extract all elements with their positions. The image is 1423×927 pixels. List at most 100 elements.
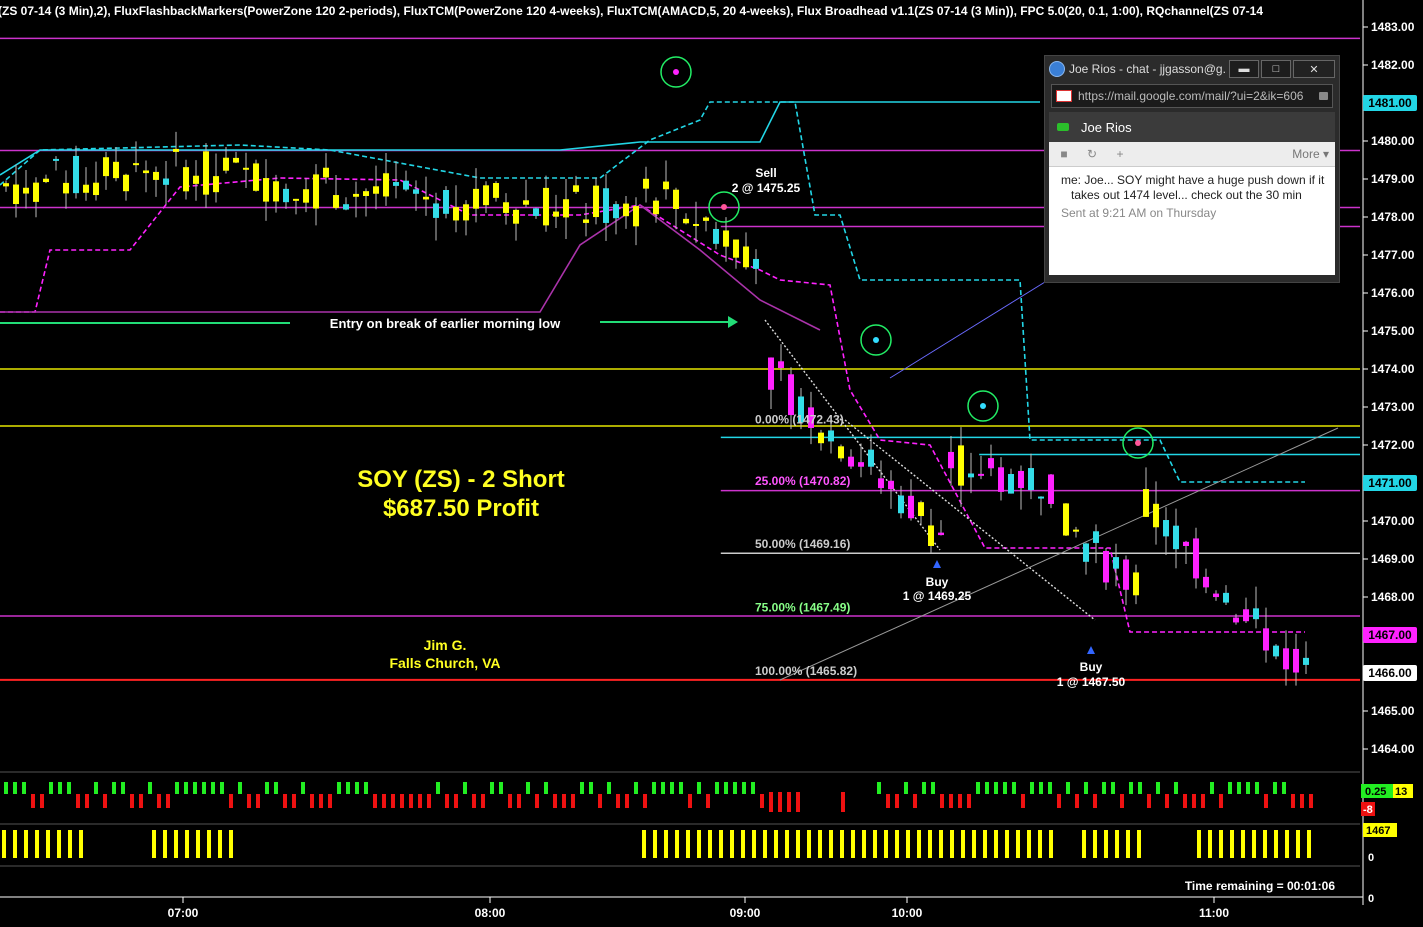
axis-tick-label: 1470.00 <box>1371 514 1415 528</box>
momentum-bar <box>1273 782 1277 794</box>
momentum-badge-label: 0.25 <box>1365 786 1386 798</box>
close-button[interactable]: ✕ <box>1293 60 1335 78</box>
candle-body <box>693 224 699 227</box>
momentum-bar <box>1075 794 1079 808</box>
momentum-bar <box>436 782 440 794</box>
axis-tick-label: 1480.00 <box>1371 134 1415 148</box>
volume-bar <box>1208 830 1212 858</box>
time-axis: 07:00 08:00 09:00 10:00 11:00 <box>0 896 1363 920</box>
momentum-bar <box>1138 782 1142 794</box>
momentum-bar <box>1102 782 1106 794</box>
momentum-bar <box>742 782 746 794</box>
momentum-bar <box>274 782 278 794</box>
candle-body <box>778 361 784 368</box>
candle-body <box>1283 648 1289 670</box>
momentum-bar <box>1057 794 1061 808</box>
momentum-bar <box>778 792 782 812</box>
volume-bar <box>1252 830 1256 858</box>
candle-body <box>363 191 369 197</box>
chat-titlebar[interactable]: Joe Rios - chat - jjgasson@g... ▬ □ ✕ <box>1045 56 1339 82</box>
candle-body <box>958 445 964 486</box>
marker-dot <box>980 403 986 409</box>
momentum-bar <box>256 794 260 808</box>
volume-bar <box>1296 830 1300 858</box>
volume-bar <box>68 830 72 858</box>
momentum-bar <box>796 792 800 812</box>
momentum-bar <box>193 782 197 794</box>
fib-label: 25.00% (1470.82) <box>755 474 850 488</box>
candle-body <box>998 467 1004 492</box>
message-text: Joe... SOY might have a huge push down i… <box>1071 173 1325 202</box>
momentum-bar <box>1255 782 1259 794</box>
momentum-bar <box>22 782 26 794</box>
momentum-bar <box>643 794 647 808</box>
add-people-icon[interactable]: + <box>1111 147 1129 161</box>
momentum-bar <box>544 782 548 794</box>
momentum-bar <box>85 794 89 808</box>
momentum-bar <box>418 794 422 808</box>
phone-call-icon[interactable]: ↻ <box>1083 147 1101 161</box>
momentum-bar <box>688 794 692 808</box>
candle-body <box>978 473 984 476</box>
video-call-icon[interactable]: ■ <box>1055 147 1073 161</box>
momentum-bar <box>895 794 899 808</box>
address-bar[interactable]: https://mail.google.com/mail/?ui=2&ik=60… <box>1051 84 1333 108</box>
momentum-bar <box>1264 794 1268 808</box>
volume-bar <box>1082 830 1086 858</box>
momentum-bar <box>1291 794 1295 808</box>
axis-tick-label: 1476.00 <box>1371 286 1415 300</box>
momentum-bar <box>994 782 998 794</box>
volume-bar <box>46 830 50 858</box>
momentum-bar <box>841 792 845 812</box>
volume-bar <box>1219 830 1223 858</box>
candle-body <box>643 178 649 189</box>
minimize-button[interactable]: ▬ <box>1229 60 1259 78</box>
momentum-bar <box>715 782 719 794</box>
sell-fill-label: 2 @ 1475.25 <box>732 181 801 195</box>
volume-bar <box>961 830 965 858</box>
candle-body <box>603 188 609 223</box>
marker-dot <box>673 69 679 75</box>
volume-bar <box>950 830 954 858</box>
marker-dot <box>1135 440 1141 446</box>
volume-bar <box>807 830 811 858</box>
momentum-bar <box>913 794 917 808</box>
momentum-bar <box>382 794 386 808</box>
momentum-bar <box>1246 782 1250 794</box>
candle-body <box>1253 608 1259 620</box>
momentum-bar <box>760 794 764 808</box>
volume-bar <box>994 830 998 858</box>
volume-bar <box>1093 830 1097 858</box>
volume-zero-label: 0 <box>1368 893 1374 905</box>
volume-bar <box>1016 830 1020 858</box>
buy-fill-label-1: 1 @ 1469.25 <box>903 589 972 603</box>
volume-bar <box>24 830 28 858</box>
volume-bar <box>163 830 167 858</box>
candle-body <box>633 206 639 227</box>
chat-window[interactable]: Joe Rios - chat - jjgasson@g... ▬ □ ✕ ht… <box>1044 55 1340 283</box>
momentum-bar <box>922 782 926 794</box>
volume-bar <box>851 830 855 858</box>
more-menu-button[interactable]: More ▾ <box>1292 147 1329 161</box>
candle-body <box>443 189 449 214</box>
candle-body <box>683 218 689 224</box>
momentum-bar <box>535 794 539 808</box>
volume-badge-label: 1467 <box>1366 825 1390 837</box>
momentum-bar <box>904 782 908 794</box>
momentum-bar <box>1030 782 1034 794</box>
maximize-button[interactable]: □ <box>1261 60 1291 78</box>
chat-window-title: Joe Rios - chat - jjgasson@g... <box>1069 62 1227 76</box>
momentum-bar <box>40 794 44 808</box>
volume-bar <box>719 830 723 858</box>
momentum-bar <box>409 794 413 808</box>
candle-body <box>343 204 349 210</box>
momentum-bar <box>301 782 305 794</box>
candle-body <box>878 478 884 489</box>
candle-body <box>1083 543 1089 562</box>
candle-body <box>1193 538 1199 579</box>
volume-bar <box>196 830 200 858</box>
candle-body <box>623 203 629 217</box>
volume-zero-label: 0 <box>1368 852 1374 864</box>
time-tick-label: 09:00 <box>730 906 761 920</box>
axis-tick-label: 1468.00 <box>1371 590 1415 604</box>
